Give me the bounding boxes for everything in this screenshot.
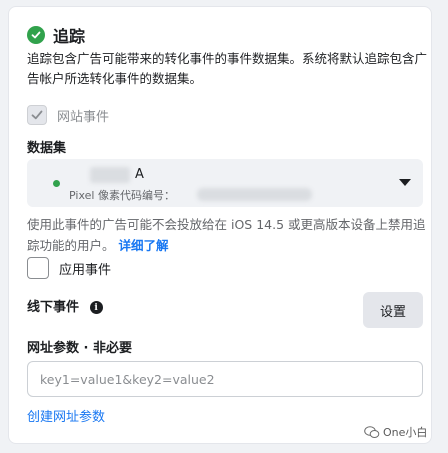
- learn-more-link[interactable]: 详细了解: [119, 238, 169, 253]
- tracking-card: 追踪 追踪包含广告可能带来的转化事件的事件数据集。系统将默认追踪包含广告帐户所选…: [8, 6, 432, 444]
- info-icon[interactable]: i: [89, 301, 103, 314]
- dataset-status-dot: [53, 180, 60, 187]
- ios-warning: 使用此事件的广告可能不会投放给在 iOS 14.5 或更高版本设备上禁用追踪功能…: [27, 214, 429, 256]
- redacted-pixel-id: [197, 188, 312, 201]
- offline-events-label-row: 线下事件 i: [27, 296, 103, 315]
- success-check-icon: [27, 26, 45, 44]
- website-events-label: 网站事件: [57, 109, 110, 125]
- dataset-section-label: 数据集: [27, 141, 67, 156]
- website-events-checkbox[interactable]: [27, 105, 47, 125]
- ios-warning-text: 使用此事件的广告可能不会投放给在 iOS 14.5 或更高版本设备上禁用追踪功能…: [27, 217, 426, 253]
- tracking-header: 追踪: [27, 23, 85, 47]
- url-params-input[interactable]: [27, 361, 423, 397]
- offline-events-label: 线下事件: [27, 300, 80, 315]
- website-events-row: 网站事件: [27, 105, 109, 125]
- page-title: 追踪: [53, 27, 86, 46]
- app-events-checkbox[interactable]: [27, 257, 49, 279]
- dataset-select[interactable]: A Pixel 像素代码编号：: [27, 159, 423, 207]
- tracking-description: 追踪包含广告可能带来的转化事件的事件数据集。系统将默认追踪包含广告帐户所选转化事…: [27, 51, 428, 86]
- checkmark-icon: [31, 110, 43, 120]
- app-events-label: 应用事件: [59, 262, 112, 278]
- create-url-params-link[interactable]: 创建网址参数: [27, 406, 105, 425]
- watermark: One小白: [364, 424, 427, 440]
- redacted-dataset-name: [90, 167, 130, 183]
- wechat-icon: [364, 425, 380, 438]
- dropdown-caret-icon: [399, 179, 411, 186]
- app-events-row: 应用事件: [27, 257, 111, 279]
- dataset-name: A: [135, 167, 144, 182]
- url-params-label: 网址参数 · 非必要: [27, 341, 132, 356]
- watermark-text: One小白: [383, 426, 428, 439]
- pixel-id-label: Pixel 像素代码编号：: [69, 189, 175, 202]
- setup-button[interactable]: 设置: [363, 292, 423, 328]
